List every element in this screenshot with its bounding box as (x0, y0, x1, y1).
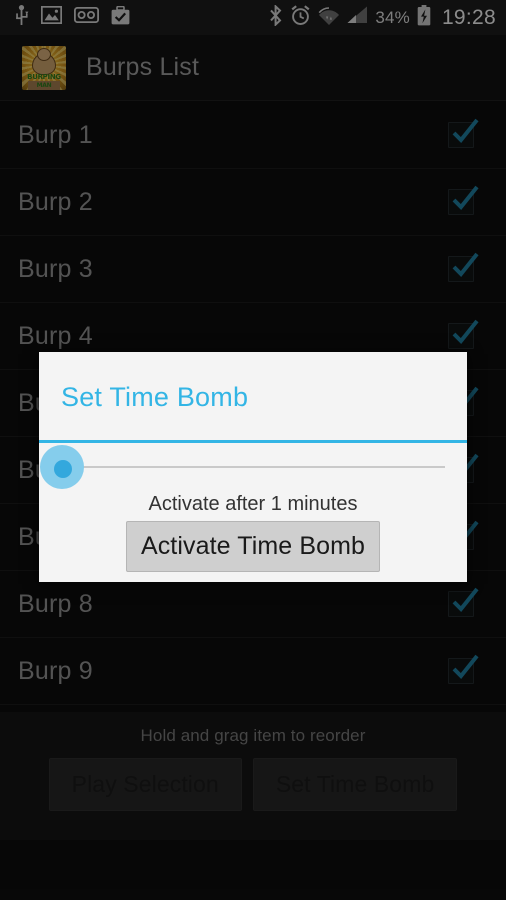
app-screen: 34% 19:28 BURPING MAN Burps List Burp 1B… (0, 0, 506, 900)
activate-after-label: Activate after 1 minutes (148, 493, 358, 515)
dialog-title: Set Time Bomb (61, 382, 249, 412)
set-time-bomb-dialog: Set Time Bomb Activate after 1 minutes A… (39, 352, 467, 582)
slider-track (61, 466, 445, 468)
minutes-slider[interactable] (39, 443, 467, 491)
slider-thumb-dot (54, 460, 72, 478)
activate-time-bomb-button[interactable]: Activate Time Bomb (126, 521, 380, 572)
slider-thumb[interactable] (40, 445, 84, 489)
